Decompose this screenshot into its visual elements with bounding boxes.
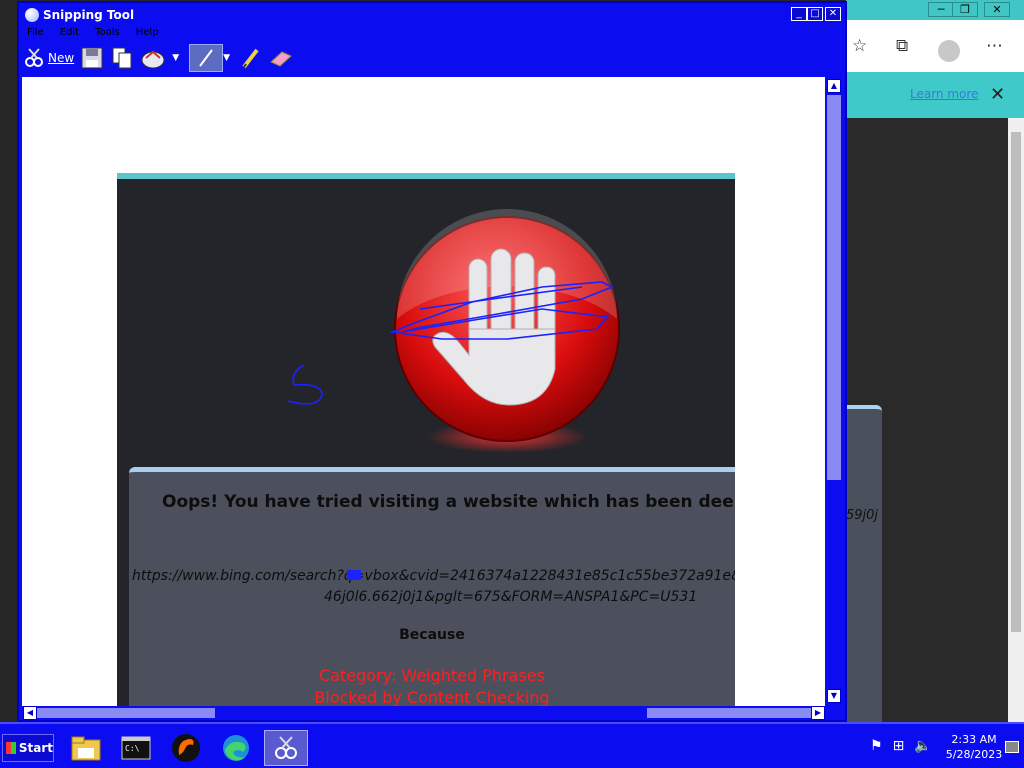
- browser-close-button[interactable]: ✕: [984, 2, 1010, 17]
- blocked-url-line-2: 46j0l6.662j0j1&pglt=675&FORM=ANSPA1&PC=U…: [324, 589, 698, 605]
- more-menu-icon[interactable]: ⋯: [986, 36, 1003, 56]
- highlighter-icon: [242, 48, 259, 69]
- network-icon[interactable]: ⊞: [893, 738, 905, 754]
- menu-bar: File Edit Tools Help: [27, 27, 159, 41]
- snipping-toolbar: New ▼ ▼: [23, 43, 300, 73]
- because-label: Because: [399, 627, 465, 643]
- start-button[interactable]: Start: [2, 734, 54, 762]
- background-block-card: [846, 405, 882, 722]
- favorites-icon[interactable]: ☆: [852, 36, 867, 56]
- pen-icon: [199, 49, 213, 67]
- maximize-button[interactable]: □: [807, 7, 823, 21]
- copy-button[interactable]: [110, 44, 134, 72]
- taskbar-command-prompt[interactable]: C:\: [114, 730, 158, 766]
- eraser-button[interactable]: [268, 44, 294, 72]
- menu-edit[interactable]: Edit: [60, 27, 79, 41]
- new-button-label: New: [48, 51, 75, 65]
- highlighter-button[interactable]: [240, 44, 262, 72]
- send-dropdown-arrow[interactable]: ▼: [172, 53, 179, 63]
- taskbar-file-explorer[interactable]: [64, 730, 108, 766]
- terminal-icon: C:\: [121, 736, 151, 760]
- new-snip-button[interactable]: New: [23, 44, 74, 72]
- start-label: Start: [18, 741, 53, 755]
- menu-tools[interactable]: Tools: [95, 27, 120, 41]
- menu-help[interactable]: Help: [136, 27, 159, 41]
- canvas-vertical-thumb[interactable]: [827, 95, 841, 480]
- snipping-tool-app-icon: [25, 8, 39, 22]
- canvas-horizontal-thumb[interactable]: [37, 708, 215, 718]
- pen-tool-button[interactable]: [189, 44, 224, 72]
- scroll-right-arrow[interactable]: ▶: [811, 706, 825, 720]
- taskbar-edge[interactable]: [214, 730, 258, 766]
- minimize-button[interactable]: _: [791, 7, 807, 21]
- infobar-close-icon[interactable]: ✕: [990, 84, 1005, 105]
- system-tray: ⚑ ⊞ 🔈: [870, 738, 932, 754]
- taskbar-app-orange[interactable]: [164, 730, 208, 766]
- blocked-by-text: Blocked by Content Checking: [314, 688, 550, 706]
- volume-icon[interactable]: 🔈: [914, 738, 931, 754]
- browser-scrollbar-thumb[interactable]: [1011, 132, 1021, 632]
- show-desktop-button[interactable]: [1005, 741, 1019, 753]
- snip-canvas: Oops! You have tried visiting a website …: [22, 77, 825, 706]
- background-partial-url-text: 59j0j: [846, 508, 879, 523]
- captured-block-page: Oops! You have tried visiting a website …: [117, 173, 735, 706]
- menu-file[interactable]: File: [27, 27, 44, 41]
- scroll-down-arrow[interactable]: ▼: [827, 689, 841, 703]
- taskbar-snipping-tool[interactable]: [264, 730, 308, 766]
- close-button[interactable]: ✕: [825, 7, 841, 21]
- canvas-horizontal-track-segment[interactable]: [647, 708, 811, 718]
- scroll-up-arrow[interactable]: ▲: [827, 79, 841, 93]
- windows-flag-icon: [6, 742, 16, 754]
- block-category: Category: Weighted Phrases: [319, 666, 545, 685]
- browser-minimize-button[interactable]: ─: [928, 2, 954, 17]
- taskbar: Start C:\ ⚑ ⊞ 🔈 2:33 AM 5/28/2023: [0, 722, 1024, 768]
- clock-time: 2:33 AM: [951, 733, 997, 746]
- pen-dropdown-arrow[interactable]: ▼: [223, 53, 230, 63]
- stop-hand-graphic: [394, 209, 620, 453]
- folder-icon: [71, 736, 101, 761]
- send-email-icon: [141, 50, 165, 69]
- block-message-card: Oops! You have tried visiting a website …: [129, 467, 735, 706]
- profile-avatar[interactable]: [938, 40, 960, 62]
- clock[interactable]: 2:33 AM 5/28/2023: [944, 732, 1004, 762]
- scroll-left-arrow[interactable]: ◀: [23, 706, 37, 720]
- app-circle-icon: [172, 734, 200, 762]
- svg-text:C:\: C:\: [125, 744, 140, 753]
- copy-icon: [112, 47, 132, 69]
- flag-notification-icon[interactable]: ⚑: [870, 738, 883, 754]
- clock-date: 5/28/2023: [945, 748, 1003, 761]
- learn-more-link[interactable]: Learn more: [910, 87, 978, 101]
- eraser-icon: [270, 51, 292, 67]
- scissors-icon: [275, 736, 297, 759]
- blocked-url-line-1: https://www.bing.com/search?q=vbox&cvid=…: [132, 568, 735, 584]
- snipping-tool-titlebar: Snipping Tool: [25, 6, 134, 24]
- scissors-icon: [25, 48, 43, 67]
- edge-icon: [223, 735, 249, 761]
- collections-icon[interactable]: ⧉: [896, 36, 908, 56]
- block-heading: Oops! You have tried visiting a website …: [162, 492, 735, 512]
- snipping-tool-window: Snipping Tool _ □ ✕ File Edit Tools Help…: [17, 1, 847, 722]
- browser-restore-button[interactable]: ❐: [952, 2, 978, 17]
- send-snip-button[interactable]: [140, 44, 166, 72]
- window-title: Snipping Tool: [43, 8, 135, 22]
- save-icon: [81, 47, 103, 69]
- save-button[interactable]: [80, 44, 104, 72]
